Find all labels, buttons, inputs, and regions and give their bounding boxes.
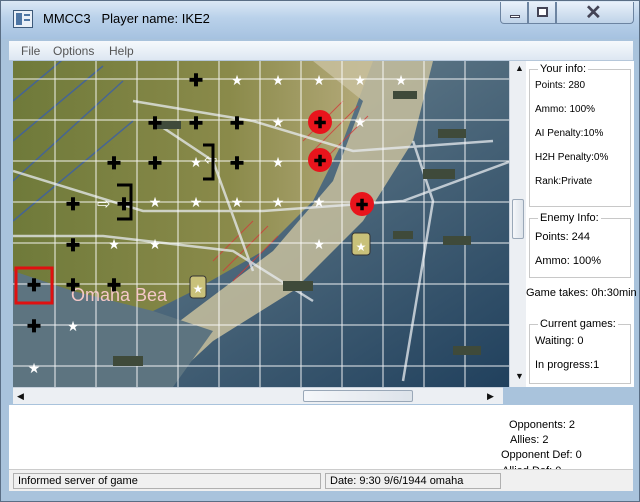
current-games-group: Current games: Waiting: 0 In progress:1: [529, 318, 631, 384]
menu-bar: File Options Help: [9, 41, 633, 61]
infantry-cross-icon[interactable]: ✚: [148, 154, 162, 173]
menu-help[interactable]: Help: [109, 44, 134, 58]
star-icon[interactable]: ★: [272, 73, 285, 89]
scroll-right-icon[interactable]: ▶: [487, 391, 494, 402]
your-ammo: Ammo: 100%: [535, 104, 596, 115]
stats-panel: Opponents: 2 Allies: 2 Opponent Def: 0 A…: [9, 405, 633, 477]
games-in-progress: In progress:1: [535, 359, 600, 371]
window-title: MMCC3 Player name: IKE2: [43, 11, 210, 26]
infantry-cross-icon[interactable]: ✚: [189, 114, 203, 133]
star-icon[interactable]: ★: [272, 155, 285, 171]
svg-text:★: ★: [356, 240, 367, 254]
scroll-up-icon[interactable]: ▲: [515, 63, 524, 73]
scroll-down-icon[interactable]: ▼: [515, 371, 524, 381]
infantry-cross-icon[interactable]: ✚: [27, 317, 41, 336]
horizontal-scroll-thumb[interactable]: [303, 390, 413, 402]
enemy-info-heading: Enemy Info:: [538, 212, 601, 224]
enemy-cross-icon: ✚: [314, 115, 327, 132]
maximize-icon: [537, 7, 548, 17]
star-icon[interactable]: ★: [272, 195, 285, 211]
status-bar: Informed server of game Date: 9:30 9/6/1…: [9, 469, 633, 491]
star-icon[interactable]: ★: [313, 73, 326, 89]
infantry-cross-icon[interactable]: ✚: [148, 114, 162, 133]
infantry-cross-icon[interactable]: ✚: [66, 236, 80, 255]
arrow-left-icon: ⇦: [204, 150, 217, 169]
games-waiting: Waiting: 0: [535, 335, 584, 347]
infantry-cross-icon[interactable]: ✚: [230, 154, 244, 173]
star-icon[interactable]: ★: [231, 73, 244, 89]
scroll-left-icon[interactable]: ◀: [17, 391, 24, 402]
status-message: Informed server of game: [13, 473, 321, 489]
enemy-info-group: Enemy Info: Points: 244 Ammo: 100%: [529, 212, 631, 278]
opponent-def: Opponent Def: 0: [501, 449, 582, 461]
opponents-count: Opponents: 2: [509, 419, 576, 431]
battle-map[interactable]: Omaha Bea ✚ ✚ ✚ ✚ ✚ ✚ ✚ ✚ ✚ ✚ ✚ ✚ ✚ ✚ ★ …: [13, 61, 525, 387]
star-icon[interactable]: ★: [272, 115, 285, 131]
arrow-right-icon: ⇨: [97, 194, 110, 213]
star-icon[interactable]: ★: [354, 73, 367, 89]
infantry-cross-icon[interactable]: ✚: [107, 276, 121, 295]
infantry-cross-icon[interactable]: ✚: [66, 276, 80, 295]
horizontal-scrollbar[interactable]: ◀ ▶: [13, 387, 503, 404]
menu-file[interactable]: File: [21, 44, 40, 58]
minimize-button[interactable]: [500, 2, 528, 24]
h2h-penalty: H2H Penalty:0%: [535, 152, 609, 163]
rank: Rank:Private: [535, 176, 593, 187]
star-icon[interactable]: ★: [149, 237, 162, 253]
star-icon[interactable]: ★: [67, 319, 80, 335]
app-icon: [13, 10, 33, 28]
title-bar[interactable]: MMCC3 Player name: IKE2 ✕: [1, 1, 639, 39]
enemy-cross-icon: ✚: [314, 153, 327, 170]
minimize-icon: [510, 15, 520, 18]
star-icon[interactable]: ★: [190, 195, 203, 211]
your-points: Points: 280: [535, 80, 586, 91]
info-panel: Your info: Points: 280 Ammo: 100% AI Pen…: [526, 61, 637, 387]
star-icon[interactable]: ★: [231, 195, 244, 211]
vertical-scroll-thumb[interactable]: [512, 199, 524, 239]
star-icon[interactable]: ★: [108, 237, 121, 253]
maximize-button[interactable]: [528, 2, 556, 24]
star-icon[interactable]: ★: [190, 155, 203, 171]
svg-text:★: ★: [193, 282, 204, 296]
menu-options[interactable]: Options: [53, 44, 94, 58]
infantry-cross-icon[interactable]: ✚: [117, 195, 131, 214]
game-duration: Game takes: 0h:30min: [526, 287, 637, 299]
enemy-ammo: Ammo: 100%: [535, 255, 602, 267]
enemy-cross-icon: ✚: [356, 197, 369, 214]
star-icon[interactable]: ★: [313, 237, 326, 253]
infantry-cross-icon[interactable]: ✚: [27, 276, 41, 295]
map-canvas[interactable]: Omaha Bea ✚ ✚ ✚ ✚ ✚ ✚ ✚ ✚ ✚ ✚ ✚ ✚ ✚ ✚ ★ …: [13, 61, 525, 387]
current-games-heading: Current games:: [538, 318, 618, 330]
infantry-cross-icon[interactable]: ✚: [107, 154, 121, 173]
star-icon[interactable]: ★: [395, 73, 408, 89]
vertical-scrollbar[interactable]: ▲ ▼: [509, 61, 526, 387]
close-icon: ✕: [585, 2, 602, 24]
allies-count: Allies: 2: [510, 434, 549, 446]
star-icon[interactable]: ★: [354, 115, 367, 131]
your-info-group: Your info: Points: 280 Ammo: 100% AI Pen…: [529, 63, 631, 207]
star-icon[interactable]: ★: [149, 195, 162, 211]
ai-penalty: AI Penalty:10%: [535, 128, 604, 139]
infantry-cross-icon[interactable]: ✚: [66, 195, 80, 214]
status-date: Date: 9:30 9/6/1944 omaha: [325, 473, 501, 489]
enemy-points: Points: 244: [535, 231, 591, 243]
star-icon[interactable]: ★: [313, 195, 326, 211]
star-icon[interactable]: ★: [28, 361, 41, 377]
infantry-cross-icon[interactable]: ✚: [230, 114, 244, 133]
main-window: MMCC3 Player name: IKE2 ✕ File Options H…: [0, 0, 640, 502]
close-button[interactable]: ✕: [556, 2, 634, 24]
your-info-heading: Your info:: [538, 63, 589, 75]
infantry-cross-icon[interactable]: ✚: [189, 71, 203, 90]
